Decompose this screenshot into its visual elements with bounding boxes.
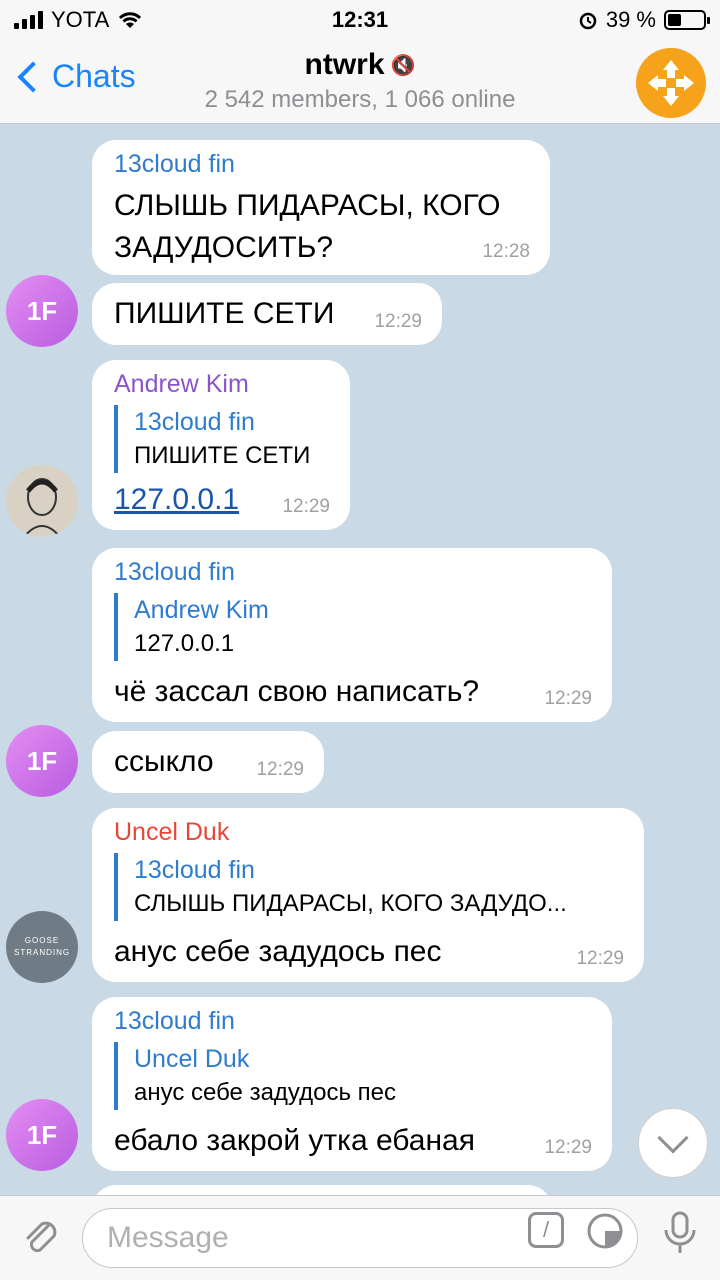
attach-icon[interactable] [18, 1214, 64, 1260]
message-time: 12:29 [544, 1137, 592, 1158]
message-bubble[interactable]: ссыкло 12:29 [92, 731, 324, 793]
message-bubble[interactable] [92, 1185, 552, 1195]
avatar[interactable]: 1F [6, 275, 78, 347]
sender-name[interactable]: Andrew Kim [114, 370, 328, 399]
user-photo-icon [6, 465, 78, 537]
reply-author: 13cloud fin [134, 856, 255, 884]
message-bubble[interactable]: 13cloud fin СЛЫШЬ ПИДАРАСЫ, КОГО ЗАДУДОС… [92, 140, 550, 275]
reply-quote[interactable]: 13cloud fin ПИШИТЕ СЕТИ [114, 405, 328, 473]
message-text: ебало закрой утка ебаная [114, 1124, 475, 1157]
reply-quote[interactable]: 13cloud fin СЛЫШЬ ПИДАРАСЫ, КОГО ЗАДУДО.… [114, 853, 622, 921]
message-text: чё зассал свою написать? [114, 675, 480, 708]
group-avatar[interactable] [636, 48, 706, 118]
status-left: YOTA [14, 7, 143, 33]
message-bubble[interactable]: Andrew Kim 13cloud fin ПИШИТЕ СЕТИ 127.0… [92, 360, 350, 530]
battery-percent: 39 % [605, 7, 656, 32]
commands-icon[interactable]: / [528, 1212, 564, 1248]
message-text: СЛЫШЬ ПИДАРАСЫ, КОГО ЗАДУДОСИТЬ? [114, 189, 501, 264]
reply-author: Uncel Duk [134, 1045, 250, 1073]
arrows-logo-icon [648, 60, 694, 106]
reply-quote[interactable]: Andrew Kim 127.0.0.1 [114, 593, 590, 661]
message-time: 12:29 [576, 948, 624, 969]
status-right: 39 % [578, 7, 710, 33]
scroll-down-button[interactable] [638, 1108, 708, 1178]
message-bubble[interactable]: ПИШИТЕ СЕТИ 12:29 [92, 283, 442, 345]
avatar[interactable]: 1F [6, 725, 78, 797]
reply-text: 127.0.0.1 [134, 630, 235, 657]
status-bar: YOTA 12:31 39 % [0, 0, 720, 40]
message-time: 12:29 [282, 496, 330, 517]
wifi-icon [119, 12, 142, 28]
message-time: 12:28 [482, 241, 530, 262]
sender-name[interactable]: 13cloud fin [114, 1007, 590, 1036]
battery-icon [664, 10, 710, 30]
message-link[interactable]: 127.0.0.1 [114, 483, 239, 516]
message-list[interactable]: 13cloud fin СЛЫШЬ ПИДАРАСЫ, КОГО ЗАДУДОС… [0, 125, 720, 1195]
message-time: 12:29 [544, 688, 592, 709]
muted-icon: 🔇 [390, 54, 416, 77]
avatar-caption: GOOSE STRANDING [14, 936, 71, 957]
avatar[interactable] [6, 465, 78, 537]
reply-text: СЛЫШЬ ПИДАРАСЫ, КОГО ЗАДУДО... [134, 890, 567, 917]
sender-name[interactable]: 13cloud fin [114, 150, 528, 179]
message-time: 12:29 [374, 311, 422, 332]
reply-text: ПИШИТЕ СЕТИ [134, 442, 311, 469]
message-bubble[interactable]: 13cloud fin Uncel Duk анус себе задудось… [92, 997, 612, 1171]
reply-author: 13cloud fin [134, 408, 255, 436]
message-bubble[interactable]: Uncel Duk 13cloud fin СЛЫШЬ ПИДАРАСЫ, КО… [92, 808, 644, 982]
sender-name[interactable]: Uncel Duk [114, 818, 622, 847]
chevron-down-icon [657, 1122, 689, 1154]
avatar[interactable]: 1F [6, 1099, 78, 1171]
reply-text: анус себе задудось пес [134, 1079, 396, 1106]
message-bubble[interactable]: 13cloud fin Andrew Kim 127.0.0.1 чё засс… [92, 548, 612, 722]
carrier-label: YOTA [51, 7, 110, 32]
chat-title-area[interactable]: ntwrk 🔇 2 542 members, 1 066 online [0, 48, 720, 114]
message-time: 12:29 [256, 759, 304, 780]
alarm-icon [579, 12, 597, 30]
avatar[interactable]: GOOSE STRANDING [6, 911, 78, 983]
chat-header: Chats ntwrk 🔇 2 542 members, 1 066 onlin… [0, 40, 720, 124]
sticker-icon[interactable] [586, 1212, 624, 1250]
reply-author: Andrew Kim [134, 596, 269, 624]
microphone-icon[interactable] [660, 1210, 700, 1256]
message-text: анус себе задудось пес [114, 935, 442, 968]
signal-icon [14, 11, 43, 29]
chat-title: ntwrk [304, 48, 385, 81]
reply-quote[interactable]: Uncel Duk анус себе задудось пес [114, 1042, 590, 1110]
chat-subtitle: 2 542 members, 1 066 online [204, 86, 516, 113]
sender-name[interactable]: 13cloud fin [114, 558, 590, 587]
